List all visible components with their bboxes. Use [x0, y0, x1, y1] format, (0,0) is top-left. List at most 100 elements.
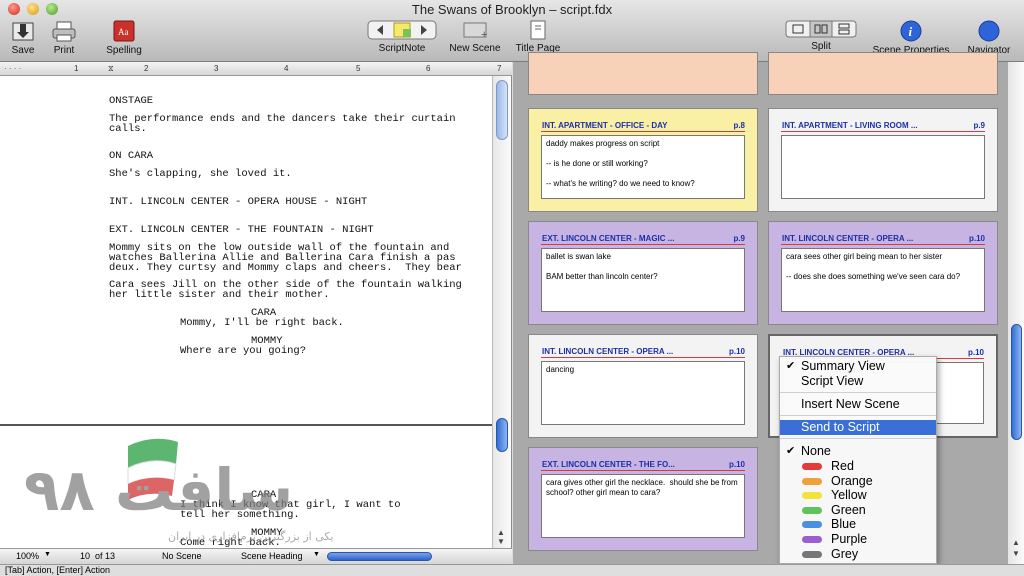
menu-item-color-yellow[interactable]: Yellow — [780, 488, 936, 503]
script-editor-pane: · · · · ⧖ 1 2 3 4 5 6 7 ONSTAGE The perf… — [0, 62, 512, 564]
dialogue-line: Come right back. — [180, 537, 281, 548]
zoom-select[interactable]: 100% — [16, 551, 39, 561]
title-page-button[interactable]: Title Page — [510, 20, 566, 54]
spelling-button[interactable]: Aa Spelling — [100, 20, 148, 56]
card-scene-heading: EXT. LINCOLN CENTER - THE FO... — [542, 460, 675, 469]
action-line: her little sister and their mother. — [109, 289, 330, 301]
action-line: deux. They curtsy and Mommy claps and ch… — [109, 262, 462, 274]
info-icon: i — [900, 20, 922, 42]
card-context-menu: ✔ Summary View Script View Insert New Sce… — [779, 356, 937, 564]
ruler[interactable]: · · · · ⧖ 1 2 3 4 5 6 7 — [0, 62, 512, 76]
index-card[interactable]: EXT. LINCOLN CENTER - MAGIC ... p.9 ballet… — [528, 221, 758, 325]
save-button[interactable]: Save — [8, 20, 38, 56]
card-scene-heading: INT. APARTMENT - OFFICE - DAY — [542, 121, 668, 130]
card-summary-text[interactable]: ballet is swan lake BAM better than linc… — [541, 248, 745, 312]
checkmark-icon: ✔ — [786, 360, 796, 372]
ruler-mark: 6 — [426, 64, 431, 73]
dialogue-line: Where are you going? — [180, 345, 307, 357]
scroll-down-arrow-icon[interactable]: ▼ — [1012, 549, 1020, 558]
scroll-up-arrow-icon[interactable]: ▲ — [497, 528, 505, 537]
navigator-button[interactable]: Navigator — [962, 20, 1016, 56]
shot-heading: ONSTAGE — [109, 95, 154, 107]
menu-item-insert-new-scene[interactable]: Insert New Scene — [780, 397, 936, 412]
menu-item-color-blue[interactable]: Blue — [780, 517, 936, 532]
scrollbar-thumb[interactable] — [496, 80, 508, 140]
scrollbar-thumb-lower[interactable] — [496, 418, 508, 452]
svg-text:i: i — [909, 24, 913, 39]
index-card[interactable] — [528, 52, 758, 95]
color-swatch-icon — [802, 550, 822, 558]
index-card[interactable]: INT. LINCOLN CENTER - OPERA ... p.10 danci… — [528, 334, 758, 438]
script-status-bar: 100% ▼ 10 of 13 No Scene Scene Heading ▼ — [0, 548, 512, 564]
printer-icon — [52, 21, 76, 42]
menu-item-send-to-script[interactable]: Send to Script — [780, 420, 936, 435]
menu-separator — [780, 415, 936, 416]
ruler-mark: 4 — [284, 64, 289, 73]
card-heading-underline — [541, 470, 745, 471]
scriptnote-button[interactable]: ScriptNote — [366, 20, 438, 54]
menu-item-summary-view[interactable]: ✔ Summary View — [780, 359, 936, 374]
index-card[interactable]: INT. LINCOLN CENTER - OPERA ... p.10 cara … — [768, 221, 998, 325]
menu-item-color-red[interactable]: Red — [780, 459, 936, 474]
color-label: Green — [831, 502, 866, 517]
menu-item-script-view[interactable]: Script View — [780, 374, 936, 389]
card-heading-underline — [541, 357, 745, 358]
card-summary-text[interactable]: daddy makes progress on script -- is he … — [541, 135, 745, 199]
color-swatch-icon — [802, 463, 822, 470]
menu-item-color-none[interactable]: ✔ None — [780, 444, 936, 459]
card-heading-underline — [781, 131, 985, 132]
scroll-up-arrow-icon[interactable]: ▲ — [1012, 538, 1020, 547]
chevron-down-icon: ▼ — [44, 551, 51, 558]
card-summary-text[interactable] — [781, 135, 985, 199]
new-scene-button[interactable]: + New Scene — [445, 20, 505, 54]
card-summary-text[interactable]: cara sees other girl being mean to her s… — [781, 248, 985, 312]
chevron-down-icon: ▼ — [313, 551, 320, 558]
card-heading-underline — [781, 244, 985, 245]
menu-item-color-orange[interactable]: Orange — [780, 474, 936, 489]
print-button[interactable]: Print — [48, 20, 80, 56]
color-swatch-icon — [802, 477, 822, 485]
title-page-icon — [530, 20, 546, 40]
save-icon — [12, 22, 34, 41]
index-card[interactable]: INT. APARTMENT - OFFICE - DAY p.8 daddy ma… — [528, 108, 758, 212]
card-page-number: p.10 — [728, 460, 745, 469]
horizontal-scrollbar[interactable] — [327, 552, 432, 561]
index-card[interactable]: EXT. LINCOLN CENTER - THE FO... p.10 cara … — [528, 447, 758, 551]
menu-item-color-grey[interactable]: Grey — [780, 547, 936, 562]
script-page[interactable]: ONSTAGE The performance ends and the dan… — [0, 76, 493, 424]
shot-heading: ON CARA — [109, 150, 154, 162]
dialogue-line: Mommy, I'll be right back. — [180, 317, 344, 329]
card-summary-text[interactable]: dancing — [541, 361, 745, 425]
scene-indicator: No Scene — [162, 551, 202, 561]
card-page-number: p.9 — [733, 234, 745, 243]
ruler-mark: 1 — [74, 64, 79, 73]
app-window: The Swans of Brooklyn – script.fdx Save … — [0, 0, 1024, 576]
ruler-indent-marker[interactable]: ⧖ — [108, 64, 114, 74]
card-page-number: p.10 — [967, 348, 984, 357]
script-page-lower[interactable]: CARA I think I know that girl, I want to… — [0, 426, 493, 548]
element-type-select[interactable]: Scene Heading — [241, 551, 303, 561]
split-button[interactable]: Split — [784, 20, 858, 52]
color-swatch-icon — [802, 492, 822, 500]
card-summary-text[interactable]: cara gives other girl the necklace. shou… — [541, 474, 745, 538]
menu-item-color-purple[interactable]: Purple — [780, 532, 936, 547]
page-count: of 13 — [95, 551, 116, 561]
scene-properties-button[interactable]: i Scene Properties — [866, 20, 956, 56]
checkmark-icon: ✔ — [786, 445, 796, 457]
scene-heading: INT. LINCOLN CENTER - OPERA HOUSE - NIGH… — [109, 196, 368, 208]
scrollbar-thumb[interactable] — [1011, 324, 1022, 440]
index-card[interactable]: INT. APARTMENT - LIVING ROOM ... p.9 — [768, 108, 998, 212]
index-card[interactable] — [768, 52, 998, 95]
svg-text:Aa: Aa — [118, 27, 129, 37]
color-swatch-icon — [802, 521, 822, 529]
card-page-number: p.10 — [968, 234, 985, 243]
ruler-mark: 7 — [497, 64, 502, 73]
menu-item-color-green[interactable]: Green — [780, 503, 936, 518]
script-scrollbar[interactable]: ▲ ▼ — [492, 76, 511, 548]
scroll-down-arrow-icon[interactable]: ▼ — [497, 537, 505, 546]
ruler-mark: 5 — [356, 64, 361, 73]
ruler-mark: 2 — [144, 64, 149, 73]
card-heading-underline — [541, 131, 745, 132]
cards-scrollbar[interactable]: ▲ ▼ — [1007, 62, 1024, 564]
card-scene-heading: INT. LINCOLN CENTER - OPERA ... — [782, 234, 914, 243]
